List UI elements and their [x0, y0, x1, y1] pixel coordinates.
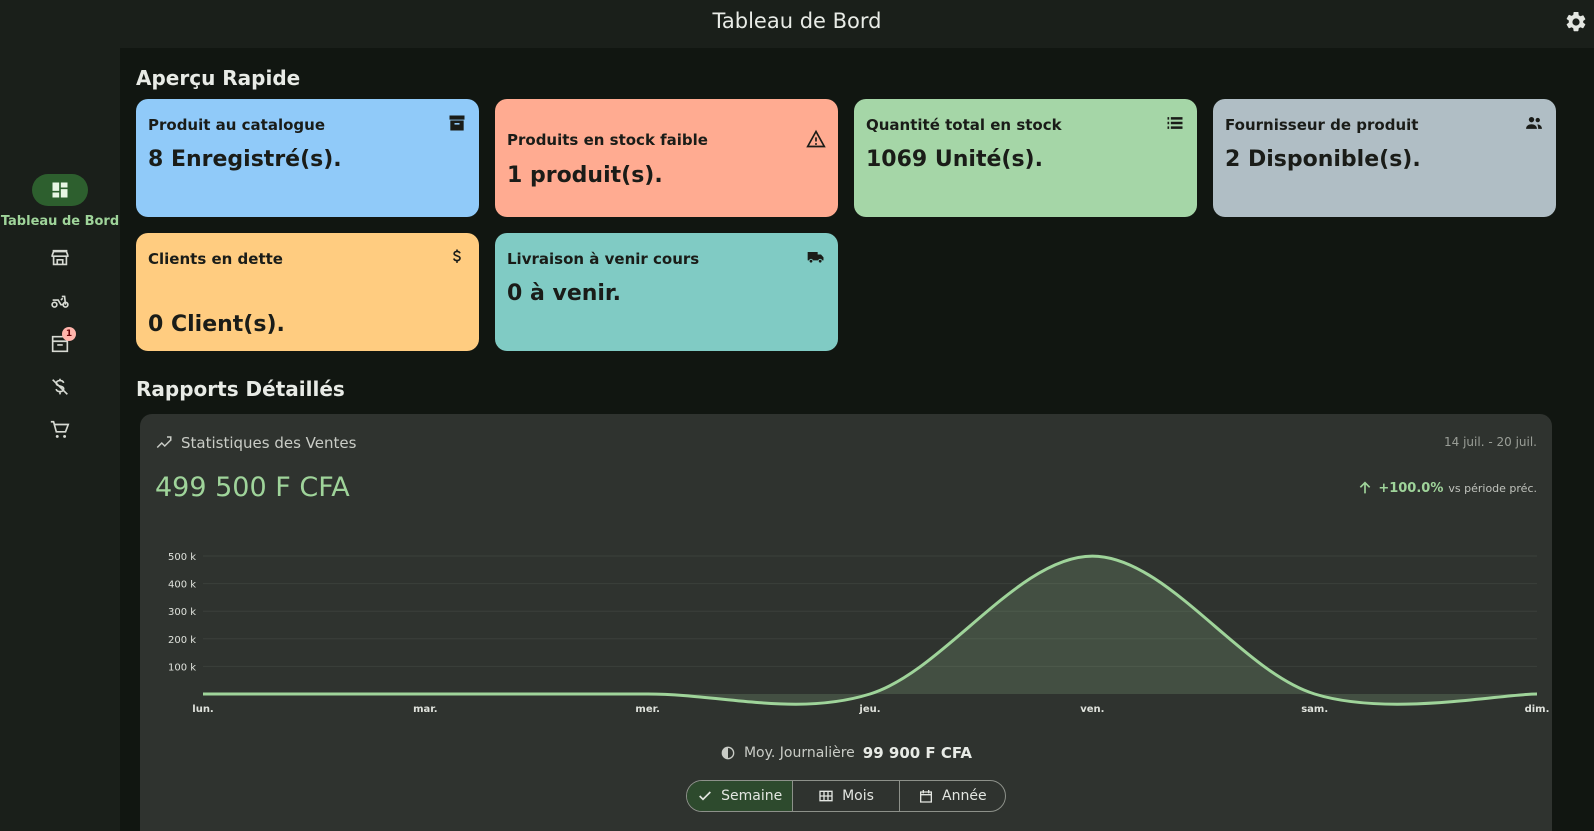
x-tick-label: jeu. — [858, 704, 880, 715]
nav-cart-button[interactable] — [46, 416, 74, 444]
cart-icon — [50, 420, 70, 438]
overview-title: Aperçu Rapide — [136, 66, 301, 90]
period-label: Semaine — [721, 788, 783, 804]
card-label: Quantité total en stock — [866, 116, 1062, 134]
y-tick-label: 300 k — [168, 607, 196, 618]
sales-line — [203, 554, 1538, 706]
nav-dashboard-label: Tableau de Bord — [0, 214, 120, 229]
reports-title: Rapports Détaillés — [136, 377, 345, 401]
debt-clients-card[interactable]: Clients en dette 0 Client(s). — [136, 233, 479, 351]
sales-report-card: Statistiques des Ventes 14 juil. - 20 ju… — [140, 414, 1552, 831]
period-selector: Semaine Mois Année — [686, 780, 1006, 812]
period-label: Mois — [842, 788, 874, 804]
card-value: 2 Disponible(s). — [1225, 147, 1421, 172]
moped-icon — [51, 295, 69, 308]
sales-chart: 100 k 200 k 300 k 400 k 500 k lun. mar. mer. jeu… — [168, 552, 1550, 715]
card-label: Fournisseur de produit — [1225, 116, 1419, 134]
card-value: 0 Client(s). — [148, 312, 285, 337]
check-icon — [699, 791, 712, 801]
nav-dashboard-button[interactable] — [32, 174, 88, 206]
card-label: Livraison à venir cours — [507, 250, 700, 268]
card-value: 1 produit(s). — [507, 163, 663, 188]
y-tick-label: 100 k — [168, 662, 196, 673]
dashboard-icon — [52, 182, 68, 198]
y-tick-label: 200 k — [168, 635, 196, 646]
store-icon — [51, 249, 69, 266]
money-off-icon — [52, 378, 68, 395]
dollar-icon — [453, 249, 461, 263]
catalog-card[interactable]: Produit au catalogue 8 Enregistré(s). — [136, 99, 479, 217]
x-tick-label: dim. — [1525, 704, 1550, 715]
y-tick-label: 400 k — [168, 580, 196, 591]
contrast-icon — [721, 746, 735, 760]
truck-icon — [807, 252, 824, 264]
nav-inventory-button[interactable]: 1 — [46, 327, 76, 358]
people-icon — [1526, 117, 1542, 129]
x-tick-label: lun. — [192, 704, 213, 715]
avg-label: Moy. Journalière — [743, 745, 855, 761]
daily-average: Moy. Journalière 99 900 F CFA — [140, 744, 1552, 762]
card-value: 0 à venir. — [507, 281, 622, 306]
avg-value: 99 900 F CFA — [862, 744, 973, 762]
period-year-button[interactable]: Année — [900, 781, 1005, 811]
x-tick-label: mar. — [413, 704, 437, 715]
sales-area — [203, 556, 1537, 705]
delivery-card[interactable]: Livraison à venir cours 0 à venir. — [495, 233, 838, 351]
archive-icon — [449, 115, 465, 131]
stock-quantity-card[interactable]: Quantité total en stock 1069 Unité(s). — [854, 99, 1197, 217]
low-stock-card[interactable]: Produits en stock faible 1 produit(s). — [495, 99, 838, 217]
y-tick-label: 500 k — [168, 552, 196, 563]
x-tick-label: ven. — [1080, 704, 1104, 715]
notification-badge: 1 — [62, 327, 76, 341]
card-label: Produit au catalogue — [148, 116, 326, 134]
x-tick-label: sam. — [1301, 704, 1328, 715]
navigation-rail: Tableau de Bord 1 — [0, 48, 120, 831]
nav-debts-button[interactable] — [46, 373, 74, 401]
period-month-button[interactable]: Mois — [793, 781, 900, 811]
card-value: 1069 Unité(s). — [866, 147, 1043, 172]
settings-button[interactable] — [1564, 10, 1588, 34]
card-value: 8 Enregistré(s). — [148, 147, 342, 172]
period-label: Année — [942, 788, 987, 804]
calendar-view-month-icon — [819, 790, 833, 802]
calendar-icon — [920, 790, 933, 803]
warning-icon — [806, 129, 826, 148]
nav-delivery-button[interactable] — [46, 287, 74, 315]
list-icon — [1167, 117, 1183, 129]
period-week-button[interactable]: Semaine — [687, 781, 794, 811]
card-label: Produits en stock faible — [507, 131, 708, 149]
nav-store-button[interactable] — [46, 244, 74, 272]
gear-icon — [1566, 11, 1586, 32]
supplier-card[interactable]: Fournisseur de produit 2 Disponible(s). — [1213, 99, 1556, 217]
x-tick-label: mer. — [635, 704, 660, 715]
app-bar: Tableau de Bord — [0, 0, 1594, 48]
card-label: Clients en dette — [148, 250, 283, 268]
page-title: Tableau de Bord — [712, 9, 882, 33]
